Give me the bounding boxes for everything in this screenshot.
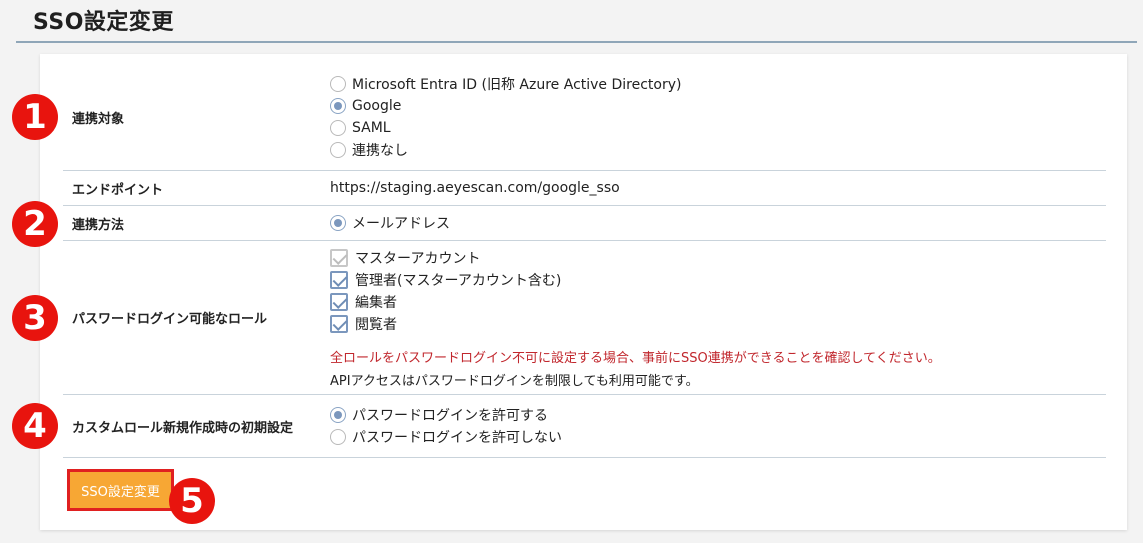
row-custom-role-default: カスタムロール新規作成時の初期設定 パスワードログインを許可する パスワードログ… — [63, 394, 1106, 458]
radio-option-email[interactable]: メールアドレス — [330, 212, 1106, 234]
checkbox-admin[interactable]: 管理者(マスターアカウント含む) — [330, 269, 1106, 291]
link-target-options: Microsoft Entra ID (旧称 Azure Active Dire… — [320, 64, 1106, 171]
page-title: SSO設定変更 — [33, 10, 174, 35]
checkbox-master-account[interactable]: マスターアカウント — [330, 247, 1106, 269]
label-link-target: 連携対象 — [63, 64, 320, 171]
radio-option-allow-password[interactable]: パスワードログインを許可する — [330, 404, 1106, 426]
endpoint-url: https://staging.aeyescan.com/google_sso — [330, 180, 620, 196]
step-badge-4: 4 — [12, 403, 58, 449]
radio-label: メールアドレス — [352, 216, 450, 232]
row-password-login-roles: パスワードログイン可能なロール マスターアカウント 管理者(マスターアカウント含… — [63, 240, 1106, 395]
checkbox-label: マスターアカウント — [355, 250, 481, 267]
radio-selected-icon[interactable] — [330, 98, 346, 114]
step-badge-3: 3 — [12, 295, 58, 341]
radio-icon[interactable] — [330, 142, 346, 158]
title-divider — [16, 41, 1137, 43]
checkbox-label: 管理者(マスターアカウント含む) — [355, 272, 562, 289]
checkbox-checked-icon[interactable] — [330, 270, 348, 289]
radio-option-entra[interactable]: Microsoft Entra ID (旧称 Azure Active Dire… — [330, 73, 1106, 95]
row-link-method: 連携方法 メールアドレス — [63, 205, 1106, 241]
radio-label: Google — [352, 98, 402, 114]
checkbox-label: 閲覧者 — [355, 316, 397, 333]
checkbox-checked-icon[interactable] — [330, 314, 348, 333]
radio-label: 連携なし — [352, 143, 408, 159]
radio-icon[interactable] — [330, 76, 346, 92]
radio-option-saml[interactable]: SAML — [330, 117, 1106, 139]
checkbox-label: 編集者 — [355, 294, 397, 311]
label-link-method: 連携方法 — [63, 205, 320, 241]
note-text: APIアクセスはパスワードログインを制限しても利用可能です。 — [330, 373, 699, 389]
checkbox-checked-disabled-icon — [330, 248, 348, 267]
step-badge-2: 2 — [12, 201, 58, 247]
radio-option-google[interactable]: Google — [330, 95, 1106, 117]
row-endpoint: エンドポイント https://staging.aeyescan.com/goo… — [63, 170, 1106, 206]
radio-label: SAML — [352, 120, 391, 136]
label-custom-role-default: カスタムロール新規作成時の初期設定 — [63, 394, 320, 458]
step-badge-5: 5 — [169, 478, 215, 524]
label-password-login-roles: パスワードログイン可能なロール — [63, 240, 320, 395]
radio-option-none[interactable]: 連携なし — [330, 139, 1106, 161]
checkbox-viewer[interactable]: 閲覧者 — [330, 313, 1106, 335]
radio-option-deny-password[interactable]: パスワードログインを許可しない — [330, 426, 1106, 448]
checkbox-editor[interactable]: 編集者 — [330, 291, 1106, 313]
row-link-target: 連携対象 Microsoft Entra ID (旧称 Azure Active… — [63, 64, 1106, 171]
sso-settings-form: 連携対象 Microsoft Entra ID (旧称 Azure Active… — [63, 64, 1106, 458]
radio-label: Microsoft Entra ID (旧称 Azure Active Dire… — [352, 77, 682, 93]
warning-text: 全ロールをパスワードログイン不可に設定する場合、事前にSSO連携ができることを確… — [330, 350, 941, 366]
checkbox-checked-icon[interactable] — [330, 292, 348, 311]
radio-icon[interactable] — [330, 120, 346, 136]
radio-selected-icon[interactable] — [330, 407, 346, 423]
sso-settings-submit-button[interactable]: SSO設定変更 — [67, 469, 174, 511]
radio-icon[interactable] — [330, 429, 346, 445]
label-endpoint: エンドポイント — [63, 170, 320, 206]
step-badge-1: 1 — [12, 94, 58, 140]
radio-label: パスワードログインを許可しない — [352, 430, 562, 446]
radio-label: パスワードログインを許可する — [352, 408, 548, 424]
radio-selected-icon[interactable] — [330, 215, 346, 231]
